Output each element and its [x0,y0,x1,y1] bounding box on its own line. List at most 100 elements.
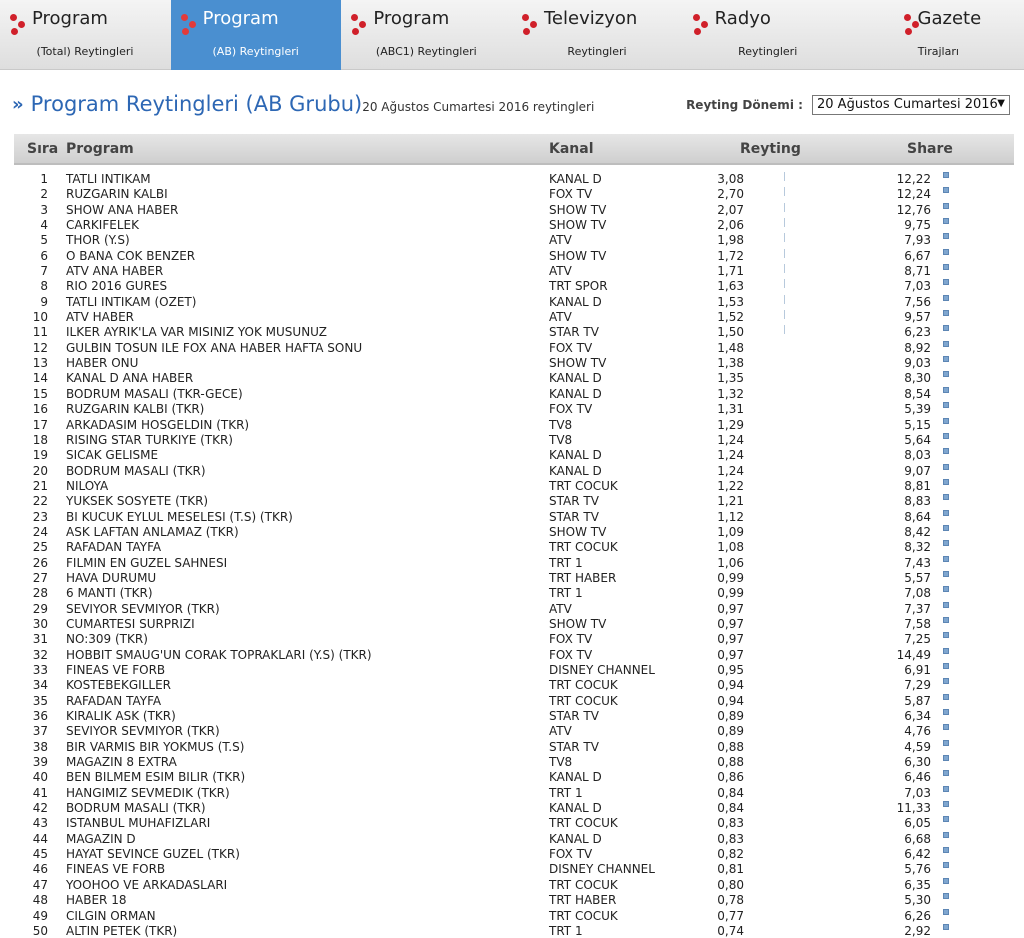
cell-reyting: 1,08 [717,540,744,555]
cell-reyting: 0,97 [717,647,744,662]
cell-program: TATLI INTIKAM [66,172,151,186]
header-kanal: Kanal [549,141,594,157]
double-chevron-icon: » [12,93,24,115]
table-row: 47 YOOHOO VE ARKADASLARI TRT COCUK 0,80 6,35 [14,877,1014,893]
cell-reyting: 1,06 [717,555,744,570]
share-bar-marker [943,371,949,378]
cell-program: TATLI INTIKAM (OZET) [66,294,197,309]
table-row: 44 MAGAZIN D KANAL D 0,83 6,68 [14,831,1014,847]
share-bar-marker [943,248,949,255]
rating-bar-marker [784,233,785,243]
cell-share: 8,30 [904,371,931,386]
nav-tab-3[interactable]: Program (ABC1) Reytingleri [341,0,511,70]
cell-share: 6,91 [904,663,931,677]
cell-program: CILGIN ORMAN [66,908,156,923]
cell-sira: 47 [32,877,48,892]
table-row: 32 HOBBIT SMAUG'UN CORAK TOPRAKLARI (Y.S)… [14,647,1014,663]
cell-kanal: STAR TV [549,494,599,509]
table-row: 22 YUKSEK SOSYETE (TKR) STAR TV 1,21 8,83 [14,494,1014,509]
table-row: 35 RAFADAN TAYFA TRT COCUK 0,94 5,87 [14,693,1014,709]
nav-tab-6[interactable]: Gazete Tirajları [853,0,1023,70]
share-bar-marker [943,586,949,593]
cell-share: 7,25 [904,632,931,647]
cell-reyting: 1,38 [717,356,744,371]
share-bar-marker [943,801,949,808]
cell-reyting: 0,78 [717,893,744,908]
cell-program: BODRUM MASALI (TKR) [66,463,206,478]
cell-share: 8,32 [904,540,931,555]
cell-program: SEVIYOR SEVMIYOR (TKR) [66,601,220,616]
cell-reyting: 3,08 [717,172,744,186]
cell-kanal: DISNEY CHANNEL [549,862,655,877]
cell-share: 6,46 [904,770,931,785]
table-row: 5 THOR (Y.S) ATV 1,98 7,93 [14,233,1014,248]
cell-program: GULBIN TOSUN ILE FOX ANA HABER HAFTA SON… [66,340,363,355]
cell-sira: 7 [40,264,48,279]
brand-dots-icon [351,14,367,36]
cell-share: 6,30 [904,755,931,770]
cell-reyting: 0,89 [717,709,744,724]
cell-kanal: FOX TV [549,340,593,355]
cell-reyting: 1,35 [717,371,744,386]
cell-kanal: TRT 1 [549,785,583,800]
nav-tab-4[interactable]: Televizyon Reytingleri [512,0,682,70]
cell-program: BODRUM MASALI (TKR) [66,801,206,816]
cell-reyting: 0,89 [717,724,744,739]
cell-sira: 26 [32,555,48,570]
nav-tab-2[interactable]: Program (AB) Reytingleri [170,0,341,70]
cell-kanal: KANAL D [549,386,602,401]
cell-sira: 45 [32,847,48,862]
cell-reyting: 2,07 [717,202,744,217]
cell-share: 8,81 [904,478,931,493]
share-bar-marker [943,847,949,854]
header-reyting: Reyting [740,141,801,157]
share-bar-marker [943,831,949,838]
cell-program: RIO 2016 GURES [66,279,168,294]
cell-kanal: SHOW TV [549,248,607,263]
share-bar-marker [943,386,949,393]
nav-tab-1[interactable]: Program (Total) Reytingleri [0,0,170,70]
share-bar-marker [943,755,949,762]
brand-dots-icon [692,14,709,36]
table-row: 18 RISING STAR TURKIYE (TKR) TV8 1,24 5,64 [14,432,1014,448]
cell-kanal: TRT COCUK [549,908,618,923]
cell-kanal: KANAL D [549,294,602,309]
cell-sira: 17 [32,417,48,432]
nav-tab-5[interactable]: Radyo Reytingleri [683,0,853,70]
cell-kanal: ATV [549,724,572,739]
rating-bar-marker [784,218,785,228]
cell-share: 8,92 [904,340,931,355]
cell-program: SHOW ANA HABER [66,202,179,217]
cell-program: MAGAZIN D [66,831,136,846]
table-row: 19 SICAK GELISME KANAL D 1,24 8,03 [14,448,1014,463]
cell-share: 8,03 [904,448,931,463]
table-row: 2 RUZGARIN KALBI FOX TV 2,70 12,24 [14,187,1014,202]
nav-tab-subtitle: Tirajları [917,45,959,58]
cell-program: YUKSEK SOSYETE (TKR) [66,494,209,509]
table-row: 29 SEVIYOR SEVMIYOR (TKR) ATV 0,97 7,37 [14,601,1014,617]
nav-tab-title: Program [32,8,108,29]
share-bar-marker [943,663,949,669]
cell-reyting: 0,97 [717,601,744,616]
share-bar-marker [943,632,949,639]
nav-tab-title: Radyo [714,8,771,29]
cell-program: ILKER AYRIK'LA VAR MISINIZ YOK MUSUNUZ [66,325,327,340]
table-row: 1 TATLI INTIKAM KANAL D 3,08 12,22 [14,172,1014,187]
rating-bar-marker [784,248,785,258]
table-row: 43 ISTANBUL MUHAFIZLARI TRT COCUK 0,83 6,05 [14,816,1014,831]
header-sira: Sıra [27,141,59,157]
cell-sira: 22 [32,494,48,509]
share-bar-marker [943,862,949,869]
cell-sira: 27 [32,570,48,585]
cell-share: 5,39 [904,402,931,417]
cell-share: 8,83 [904,494,931,509]
share-bar-marker [943,877,949,884]
table-row: 28 6 MANTI (TKR) TRT 1 0,99 7,08 [14,586,1014,601]
table-row: 13 HABER ONU SHOW TV 1,38 9,03 [14,356,1014,371]
cell-reyting: 1,72 [717,248,744,263]
cell-kanal: FOX TV [549,647,593,662]
rating-period-select[interactable]: 20 Ağustos Cumartesi 2016 ▼ [812,94,1010,115]
table-row: 39 MAGAZIN 8 EXTRA TV8 0,88 6,30 [14,755,1014,770]
share-bar-marker [943,478,949,485]
cell-program: SEVIYOR SEVMIYOR (TKR) [66,724,220,739]
